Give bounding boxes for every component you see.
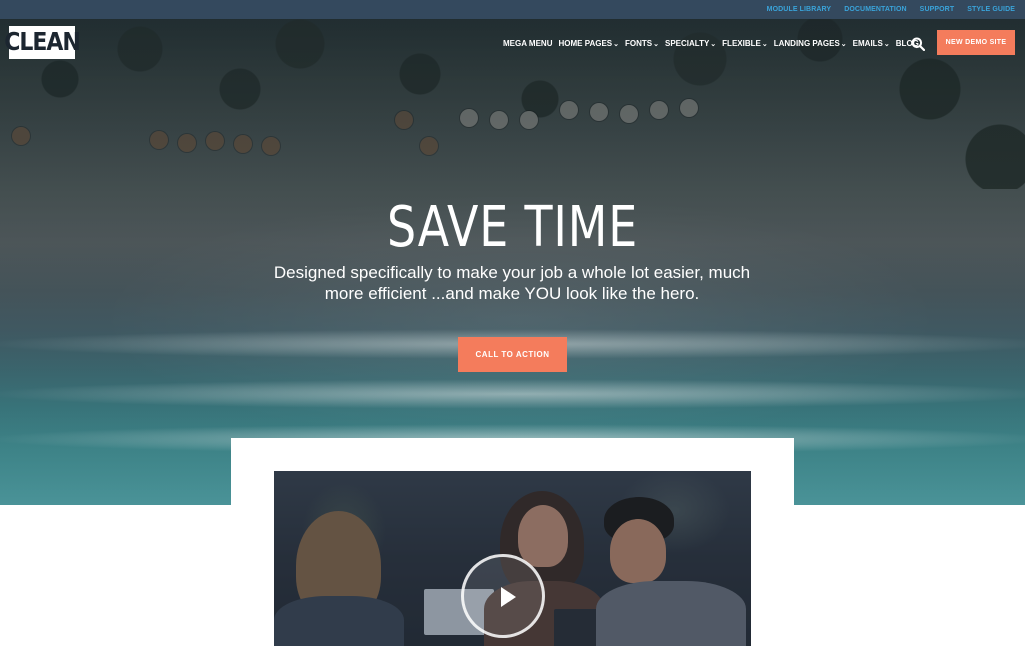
main-nav: MEGA MENU HOME PAGES ⌄ FONTS ⌄ SPECIALTY ⌄ … [503, 39, 919, 48]
new-demo-site-button[interactable]: NEW DEMO SITE [937, 30, 1015, 55]
chevron-down-icon: ⌄ [653, 40, 659, 48]
chevron-down-icon: ⌄ [761, 40, 768, 48]
chevron-down-icon: ⌄ [710, 40, 717, 48]
support-link[interactable]: SUPPORT [920, 6, 955, 13]
style-guide-link[interactable]: STYLE GUIDE [967, 6, 1015, 13]
utility-bar: MODULE LIBRARY DOCUMENTATION SUPPORT STY… [0, 0, 1025, 19]
chevron-down-icon: ⌄ [613, 40, 619, 48]
nav-item-home-pages[interactable]: HOME PAGES ⌄ [558, 39, 619, 48]
nav-item-emails[interactable]: EMAILS ⌄ [853, 39, 890, 48]
nav-item-fonts[interactable]: FONTS ⌄ [625, 39, 659, 48]
utility-links: MODULE LIBRARY DOCUMENTATION SUPPORT STY… [767, 0, 1015, 19]
documentation-link[interactable]: DOCUMENTATION [844, 6, 906, 13]
call-to-action-button[interactable]: CALL TO ACTION [458, 337, 567, 372]
play-button[interactable] [461, 554, 545, 638]
logo-text: CLEAN [4, 28, 81, 57]
play-icon [501, 587, 516, 607]
logo[interactable]: CLEAN [4, 26, 81, 59]
nav-item-specialty[interactable]: SPECIALTY ⌄ [665, 39, 716, 48]
search-icon[interactable] [911, 37, 925, 51]
hero-headline: SAVE TIME [386, 195, 639, 260]
module-library-link[interactable]: MODULE LIBRARY [767, 6, 832, 13]
nav-item-flexible[interactable]: FLEXIBLE ⌄ [722, 39, 768, 48]
chevron-down-icon: ⌄ [883, 40, 890, 48]
chevron-down-icon: ⌄ [840, 40, 847, 48]
hero-subheadline: Designed specifically to make your job a… [273, 263, 751, 303]
nav-item-mega-menu[interactable]: MEGA MENU [503, 39, 552, 48]
nav-item-landing-pages[interactable]: LANDING PAGES ⌄ [774, 39, 847, 48]
